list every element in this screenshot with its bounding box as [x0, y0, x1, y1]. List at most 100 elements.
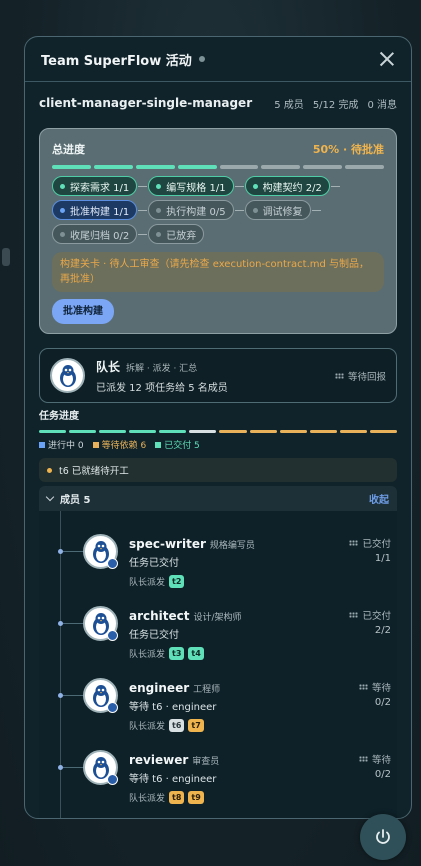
member-count: 5 成员 — [274, 99, 304, 111]
task-tag[interactable]: t3 — [169, 647, 185, 660]
members-header[interactable]: 成员 5 收起 — [39, 486, 397, 511]
gate-notice: 构建关卡 · 待人工审查（请先检查 execution-contract.md … — [52, 252, 384, 292]
member-status-text: 等待 — [371, 755, 391, 766]
progress-segment — [219, 165, 259, 169]
task-tag[interactable]: t8 — [169, 791, 185, 804]
stage-connector — [234, 209, 244, 211]
message-count: 0 消息 — [367, 99, 397, 111]
member-row[interactable]: engineer 工程师 等待 t6 · engineer 队长派发 t6 t7 等待 0/2 — [39, 667, 397, 739]
progress-card: 总进度 50% · 待批准 探索需求 1/1 编写规格 1/1 构建契约 2/2 批准… — [39, 128, 397, 334]
role-badge-icon — [107, 702, 118, 713]
penguin-icon — [59, 364, 76, 387]
task-segment — [219, 430, 247, 433]
member-row[interactable]: reviewer 审查员 等待 t6 · engineer 队长派发 t8 t9 等待 0/2 — [39, 739, 397, 811]
assign-label: 队长派发 — [129, 794, 166, 804]
grid-icon — [334, 372, 344, 379]
task-tag[interactable]: t7 — [188, 719, 204, 732]
members-list: spec-writer 规格编写员 任务已交付 队长派发 t2 已交付 1/1 archite… — [39, 511, 397, 818]
member-assignments: 队长派发 t3 t4 — [129, 647, 242, 660]
member-state: 任务已交付 — [129, 558, 179, 569]
member-task-count: 0/2 — [374, 769, 391, 780]
stage-connector — [138, 209, 148, 211]
assign-label: 队长派发 — [129, 578, 166, 588]
member-name: architect — [129, 609, 190, 623]
member-row[interactable]: spec-writer 规格编写员 任务已交付 队长派发 t2 已交付 1/1 — [39, 523, 397, 595]
completed-count: 5/12 完成 — [312, 99, 359, 111]
member-status-text: 已交付 — [362, 539, 391, 550]
stage-chip[interactable]: 执行构建 0/5 — [148, 200, 234, 220]
member-state: 任务已交付 — [129, 630, 179, 641]
task-segment — [159, 430, 187, 433]
stage-chip[interactable]: 已放弃 — [148, 224, 205, 244]
progress-segment — [93, 165, 133, 169]
stage-chip[interactable]: 编写规格 1/1 — [148, 176, 234, 196]
task-tag[interactable]: t2 — [169, 575, 185, 588]
stage-connector — [138, 233, 148, 235]
progress-segment — [345, 165, 384, 169]
task-segment — [309, 430, 337, 433]
assign-label: 队长派发 — [129, 650, 166, 660]
member-state: 等待 t6 · engineer — [129, 774, 217, 785]
progress-segment — [135, 165, 175, 169]
ready-notice-text: t6 已就绪待开工 — [59, 466, 129, 477]
timeline-connector — [63, 695, 83, 696]
activity-panel: Team SuperFlow 活动 client-manager-single-… — [24, 36, 412, 819]
team-row: client-manager-single-manager 5 成员 5/12 … — [25, 82, 411, 124]
task-tag[interactable]: t9 — [188, 791, 204, 804]
role-badge-icon — [107, 558, 118, 569]
progress-segment — [261, 165, 301, 169]
member-status-text: 已交付 — [362, 611, 391, 622]
stage-chip[interactable]: 探索需求 1/1 — [52, 176, 138, 196]
stage-chip[interactable]: 批准构建 1/1 — [52, 200, 138, 220]
member-assignments: 队长派发 t6 t7 — [129, 719, 220, 732]
avatar — [83, 678, 118, 713]
status-dot — [198, 56, 205, 62]
member-name: spec-writer — [129, 537, 206, 551]
legend-in-progress: 进行中 0 — [39, 438, 84, 451]
stage-pipeline: 探索需求 1/1 编写规格 1/1 构建契约 2/2 批准构建 1/1 执行构建 0/5… — [52, 176, 384, 244]
task-segment — [129, 430, 157, 433]
grid-icon — [349, 540, 359, 546]
avatar — [83, 534, 118, 569]
member-status-text: 等待 — [371, 683, 391, 694]
leader-status: 等待回报 — [334, 369, 386, 383]
ready-notice: t6 已就绪待开工 — [39, 458, 397, 482]
member-role: 设计/架构师 — [193, 613, 242, 623]
task-segment — [249, 430, 277, 433]
progress-segment — [177, 165, 217, 169]
task-tag[interactable]: t6 — [169, 719, 185, 732]
avatar — [83, 606, 118, 641]
member-task-count: 0/2 — [374, 697, 391, 708]
ready-dot — [47, 467, 52, 473]
progress-status: 50% · 待批准 — [312, 143, 384, 156]
progress-segment — [303, 165, 343, 169]
member-task-count: 2/2 — [374, 625, 391, 636]
stage-connector — [234, 185, 244, 187]
member-role: 工程师 — [193, 685, 221, 695]
close-icon[interactable] — [379, 51, 395, 67]
member-name: reviewer — [129, 753, 189, 767]
stage-connector — [138, 185, 148, 187]
team-name: client-manager-single-manager — [39, 96, 253, 110]
background-scrollbar[interactable] — [2, 248, 10, 266]
task-tag[interactable]: t4 — [188, 647, 204, 660]
member-assignments: 队长派发 t2 — [129, 575, 255, 588]
progress-label: 总进度 — [52, 143, 85, 156]
stage-connector — [330, 185, 340, 187]
stage-chip[interactable]: 构建契约 2/2 — [244, 176, 330, 196]
collapse-button[interactable]: 收起 — [369, 491, 389, 506]
stage-chip[interactable]: 调试修复 — [244, 200, 311, 220]
member-row[interactable]: architect 设计/架构师任务已交付队长派发 t3 t4 已交付 2/2 — [39, 595, 397, 667]
approve-build-button[interactable]: 批准构建 — [52, 299, 114, 324]
member-task-count: 1/1 — [374, 553, 391, 564]
timeline-connector — [63, 767, 83, 768]
task-segment — [69, 430, 97, 433]
panel-header: Team SuperFlow 活动 — [25, 37, 411, 82]
power-button[interactable] — [360, 814, 406, 860]
task-segment — [279, 430, 307, 433]
grid-icon — [358, 684, 368, 690]
member-assignments: 队长派发 t8 t9 — [129, 791, 219, 804]
avatar — [50, 358, 85, 393]
stage-chip[interactable]: 收尾归档 0/2 — [52, 224, 138, 244]
leader-card[interactable]: 队长 拆解 · 派发 · 汇总 已派发 12 项任务给 5 名成员 等待回报 — [39, 348, 397, 403]
